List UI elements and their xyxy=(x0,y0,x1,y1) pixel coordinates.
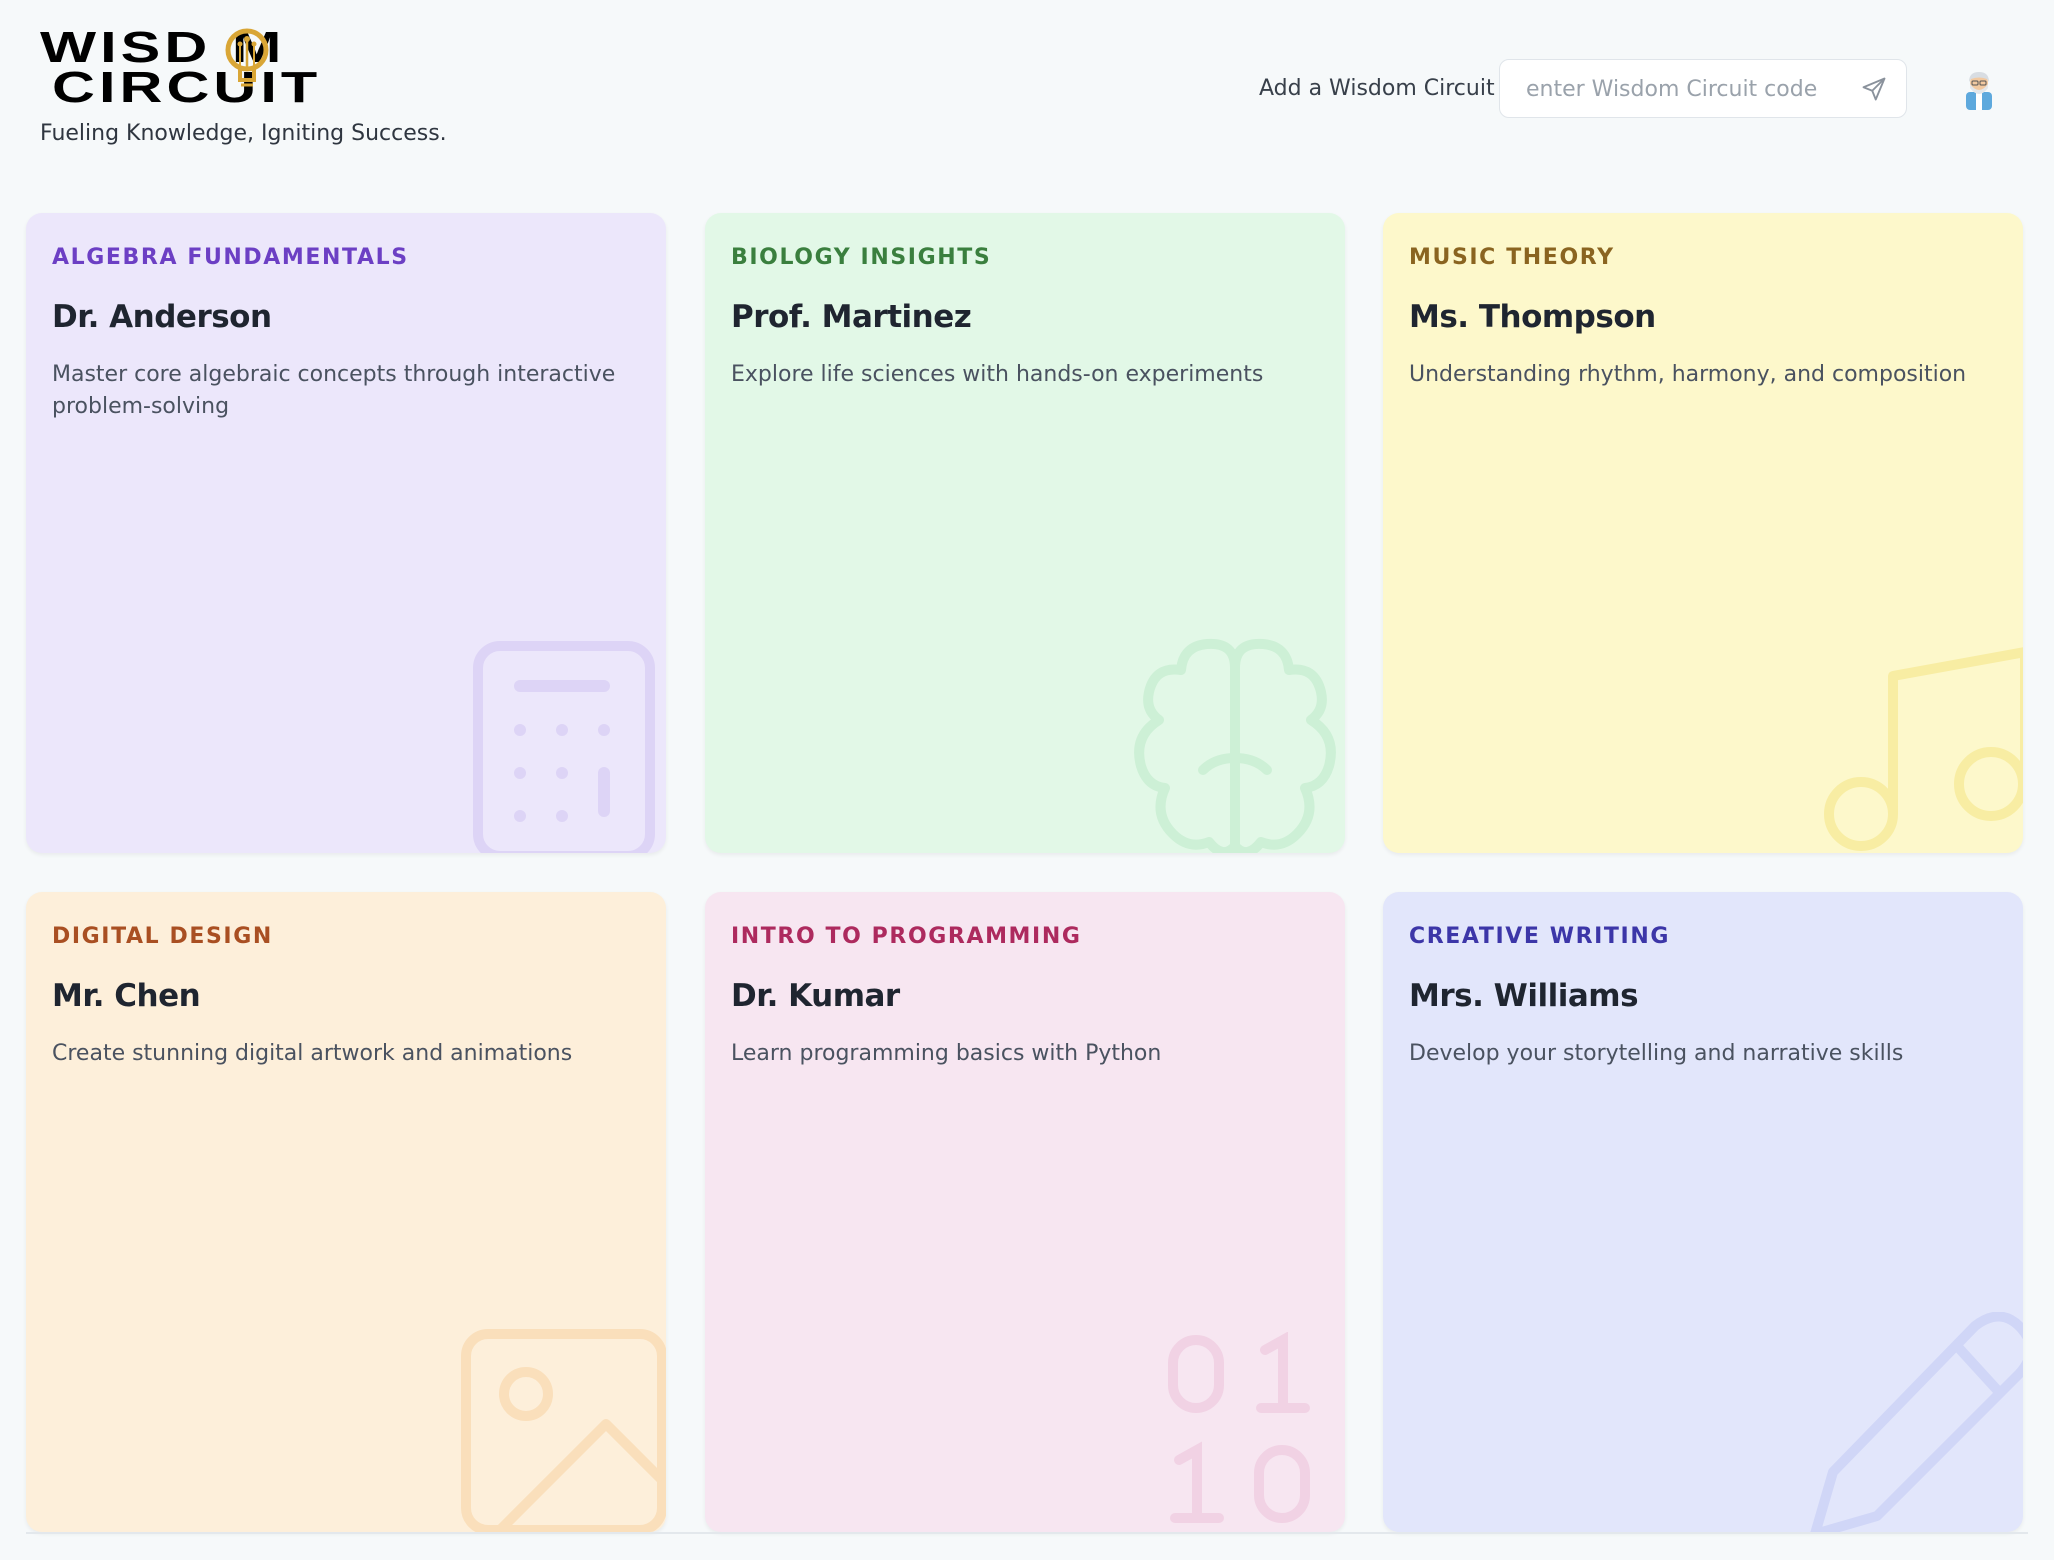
card-subject: INTRO TO PROGRAMMING xyxy=(731,924,1082,949)
card-description: Learn programming basics with Python xyxy=(731,1041,1162,1066)
pencil-icon xyxy=(1810,1312,2023,1532)
card-subject: BIOLOGY INSIGHTS xyxy=(731,245,992,270)
card-description: Explore life sciences with hands-on expe… xyxy=(731,362,1264,387)
logo-line-2: CIRCUIT xyxy=(52,63,322,112)
course-card-creative-writing[interactable]: CREATIVE WRITING Mrs. Williams Develop y… xyxy=(1383,892,2023,1532)
card-subject: MUSIC THEORY xyxy=(1409,245,1615,270)
music-note-icon xyxy=(1824,647,2023,851)
circuit-code-box xyxy=(1499,59,1907,119)
scientist-avatar-icon[interactable] xyxy=(1962,70,1996,110)
course-card-biology[interactable]: BIOLOGY INSIGHTS Prof. Martinez Explore … xyxy=(705,213,1345,853)
card-description: Develop your storytelling and narrative … xyxy=(1409,1041,1904,1066)
calculator-icon xyxy=(473,641,655,853)
card-teacher: Dr. Anderson xyxy=(52,299,272,335)
card-description: Understanding rhythm, harmony, and compo… xyxy=(1409,362,1967,387)
card-subject: ALGEBRA FUNDAMENTALS xyxy=(52,245,409,270)
wisdom-circuit-logo[interactable]: WISD M CIRCUIT xyxy=(40,26,340,112)
header: WISD M CIRCUIT Fueling Knowledge, Igniti… xyxy=(0,0,2054,190)
brain-icon xyxy=(1134,638,1336,853)
send-icon[interactable] xyxy=(1860,75,1888,103)
circuit-code-input[interactable] xyxy=(1524,60,1848,119)
course-card-algebra[interactable]: ALGEBRA FUNDAMENTALS Dr. Anderson Master… xyxy=(26,213,666,853)
tagline: Fueling Knowledge, Igniting Success. xyxy=(40,121,447,146)
binary-icon xyxy=(1168,1332,1310,1523)
card-teacher: Mrs. Williams xyxy=(1409,978,1639,1014)
card-subject: CREATIVE WRITING xyxy=(1409,924,1670,949)
card-teacher: Ms. Thompson xyxy=(1409,299,1656,335)
card-teacher: Mr. Chen xyxy=(52,978,201,1014)
add-circuit-label: Add a Wisdom Circuit xyxy=(1259,76,1495,101)
card-description: Master core algebraic concepts through i… xyxy=(52,362,616,419)
card-teacher: Prof. Martinez xyxy=(731,299,972,335)
card-teacher: Dr. Kumar xyxy=(731,978,900,1014)
card-description: Create stunning digital artwork and anim… xyxy=(52,1041,573,1066)
lightbulb-icon xyxy=(225,28,269,87)
card-subject: DIGITAL DESIGN xyxy=(52,924,273,949)
course-card-music[interactable]: MUSIC THEORY Ms. Thompson Understanding … xyxy=(1383,213,2023,853)
course-card-programming[interactable]: INTRO TO PROGRAMMING Dr. Kumar Learn pro… xyxy=(705,892,1345,1532)
image-icon xyxy=(461,1329,666,1532)
page-divider xyxy=(26,1532,2028,1534)
course-card-digital-design[interactable]: DIGITAL DESIGN Mr. Chen Create stunning … xyxy=(26,892,666,1532)
